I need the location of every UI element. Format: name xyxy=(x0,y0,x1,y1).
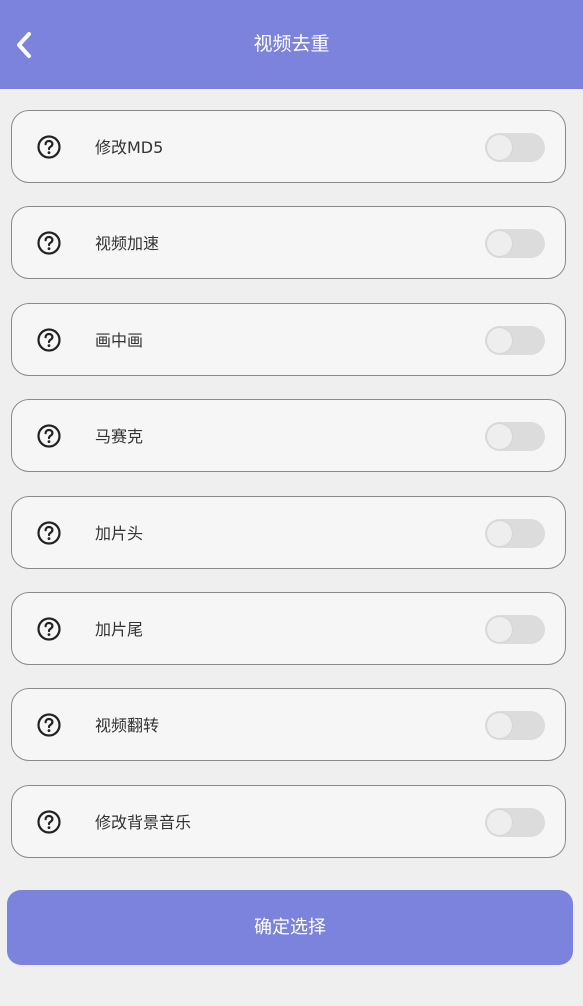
option-label: 画中画 xyxy=(95,331,144,350)
confirm-button[interactable]: 确定选择 xyxy=(7,890,573,965)
toggle-switch[interactable] xyxy=(485,711,545,740)
toggle-switch[interactable] xyxy=(485,615,545,644)
toggle-switch[interactable] xyxy=(485,519,545,548)
app-header: 视频去重 xyxy=(0,0,583,89)
question-circle-icon[interactable] xyxy=(37,713,61,737)
toggle-knob xyxy=(487,424,512,449)
toggle-switch[interactable] xyxy=(485,133,545,162)
page-title: 视频去重 xyxy=(253,33,330,55)
question-circle-icon[interactable] xyxy=(37,231,61,255)
question-circle-icon[interactable] xyxy=(37,810,61,834)
question-circle-icon[interactable] xyxy=(37,617,61,641)
toggle-knob xyxy=(487,810,512,835)
option-card-intro: 加片头 xyxy=(11,496,566,569)
question-circle-icon[interactable] xyxy=(37,521,61,545)
option-card-picture-in-picture: 画中画 xyxy=(11,303,566,376)
option-label: 加片尾 xyxy=(95,620,144,639)
question-circle-icon[interactable] xyxy=(37,328,61,352)
toggle-knob xyxy=(487,135,512,160)
option-label: 视频翻转 xyxy=(95,716,160,735)
option-card-speed-up: 视频加速 xyxy=(11,206,566,279)
toggle-knob xyxy=(487,713,512,738)
option-label: 加片头 xyxy=(95,524,144,543)
option-card-flip: 视频翻转 xyxy=(11,688,566,761)
option-card-outro: 加片尾 xyxy=(11,592,566,665)
question-circle-icon[interactable] xyxy=(37,424,61,448)
toggle-knob xyxy=(487,617,512,642)
option-card-background-music: 修改背景音乐 xyxy=(11,785,566,858)
option-card-md5: 修改MD5 xyxy=(11,110,566,183)
toggle-knob xyxy=(487,328,512,353)
option-label: 修改背景音乐 xyxy=(95,813,192,832)
option-label: 修改MD5 xyxy=(95,138,164,157)
toggle-switch[interactable] xyxy=(485,808,545,837)
toggle-switch[interactable] xyxy=(485,229,545,258)
option-card-mosaic: 马赛克 xyxy=(11,399,566,472)
option-label: 视频加速 xyxy=(95,234,160,253)
toggle-knob xyxy=(487,231,512,256)
toggle-switch[interactable] xyxy=(485,422,545,451)
toggle-switch[interactable] xyxy=(485,326,545,355)
toggle-knob xyxy=(487,521,512,546)
question-circle-icon[interactable] xyxy=(37,135,61,159)
option-label: 马赛克 xyxy=(95,427,144,446)
